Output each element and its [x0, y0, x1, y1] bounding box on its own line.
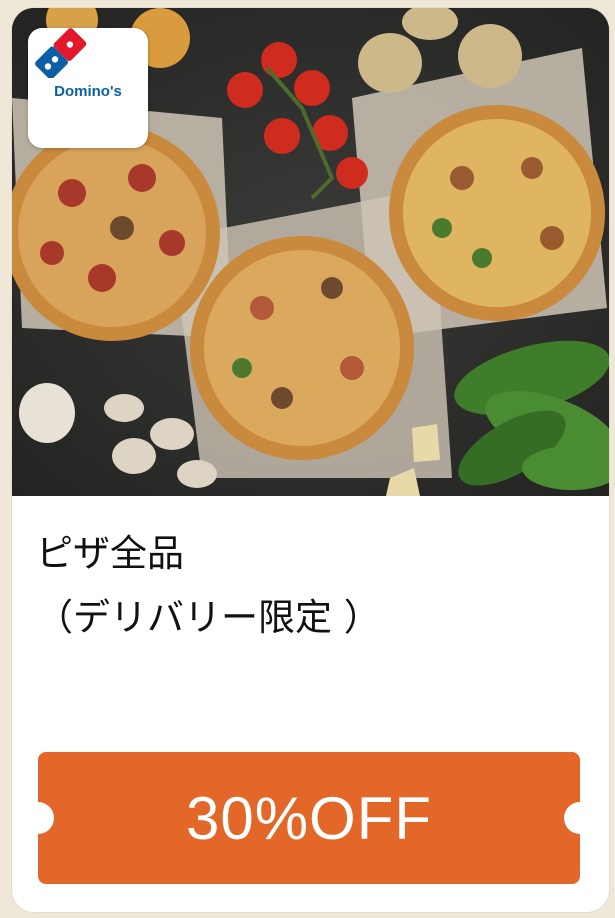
offer-title-line2: （デリバリー限定 ）	[36, 596, 381, 639]
offer-title: ピザ全品 （デリバリー限定 ）	[36, 522, 596, 650]
hero-image: Domino's	[12, 8, 609, 496]
coupon-card[interactable]: Domino's ピザ全品 （デリバリー限定 ） 30%OFF	[12, 8, 609, 912]
coupon-button[interactable]: 30%OFF	[22, 752, 596, 884]
dominos-domino-icon	[35, 28, 87, 78]
ticket-notch-left	[22, 802, 54, 834]
coupon-label: 30%OFF	[185, 784, 433, 852]
offer-title-line1: ピザ全品	[36, 532, 184, 575]
ticket-notch-right	[564, 802, 596, 834]
logo-brand-text: Domino's	[54, 82, 122, 100]
dominos-logo: Domino's	[28, 28, 148, 148]
